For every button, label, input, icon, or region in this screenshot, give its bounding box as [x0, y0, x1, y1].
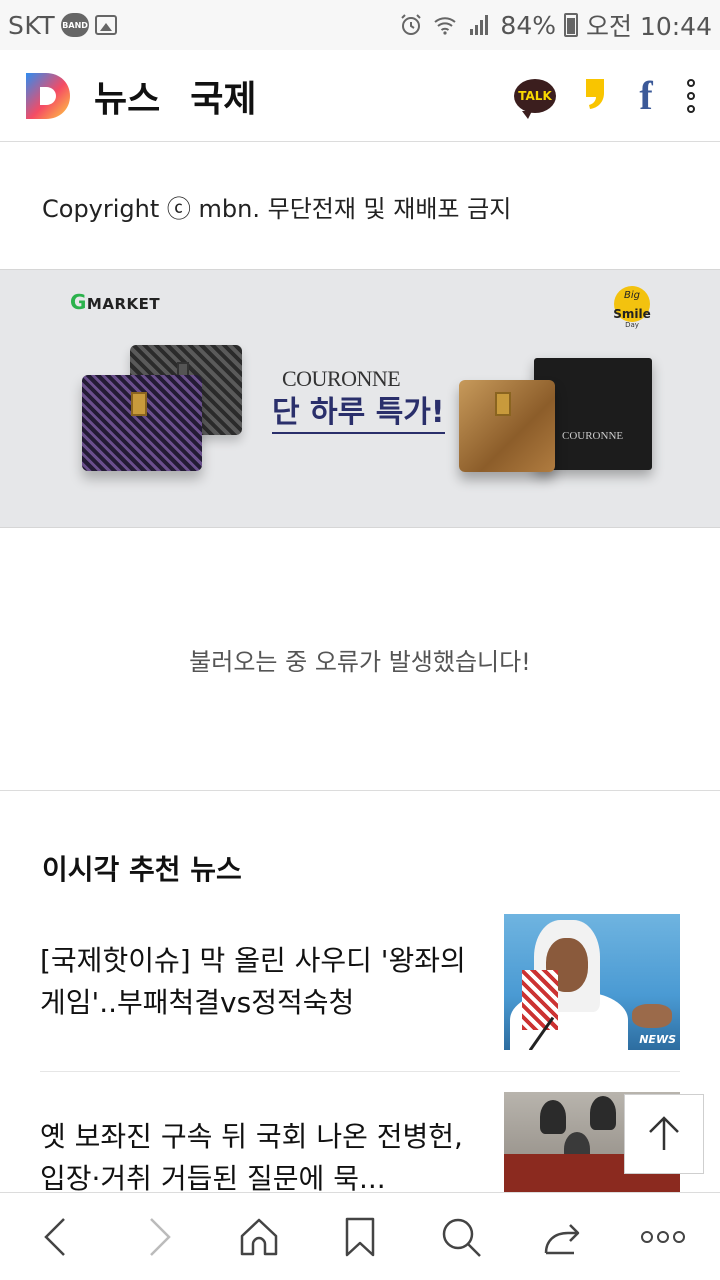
news-item[interactable]: 옛 보좌진 구속 뒤 국회 나온 전병헌, 입장·거취 거듭된 질문에 묵...: [40, 1092, 680, 1192]
share-icon: [545, 1223, 580, 1254]
kakaostory-share-icon[interactable]: [584, 77, 606, 115]
home-button[interactable]: [229, 1207, 289, 1267]
gmarket-logo: GMARKET: [70, 290, 160, 314]
news-thumbnail[interactable]: NEWS: [504, 914, 680, 1050]
bookmark-icon: [345, 1217, 375, 1256]
section-title[interactable]: 국제: [190, 70, 256, 122]
facebook-share-icon[interactable]: f: [634, 72, 658, 119]
thumbnail-watermark: NEWS: [639, 1033, 676, 1046]
daum-logo-icon[interactable]: [24, 71, 72, 121]
search-icon: [442, 1218, 482, 1257]
news-item[interactable]: [국제핫이슈] 막 올린 사우디 '왕좌의 게임'..부패척결vs정적숙청 NE…: [40, 914, 680, 1072]
more-options-icon[interactable]: [686, 78, 696, 113]
more-button[interactable]: [633, 1207, 693, 1267]
badge-day: Day: [625, 321, 639, 329]
badge-big: Big: [624, 290, 640, 301]
alarm-icon: [398, 12, 424, 38]
wallet-image-purple: [82, 375, 202, 471]
badge-smile: Smile: [613, 307, 651, 321]
comments-error-area: 불러오는 중 오류가 발생했습니다!: [0, 529, 720, 791]
wallet-box-brand: COURONNE: [562, 430, 624, 442]
news-headline[interactable]: [국제핫이슈] 막 올린 사우디 '왕좌의 게임'..부패척결vs정적숙청: [40, 914, 480, 1071]
more-icon: [641, 1230, 686, 1243]
bottom-navigation: [0, 1192, 720, 1280]
share-button[interactable]: [532, 1207, 592, 1267]
wallet-clasp: [131, 392, 147, 416]
search-button[interactable]: [431, 1207, 491, 1267]
bookmark-button[interactable]: [330, 1207, 390, 1267]
news-headline[interactable]: 옛 보좌진 구속 뒤 국회 나온 전병헌, 입장·거취 거듭된 질문에 묵...: [40, 1092, 480, 1192]
recommended-news-title: 이시각 추천 뉴스: [42, 853, 242, 886]
big-smile-day-logo: Big Smile Day: [610, 286, 654, 329]
ad-headline[interactable]: 단 하루 특가!: [272, 394, 445, 434]
arrow-up-icon: [649, 1116, 679, 1150]
signal-icon: [466, 12, 492, 38]
ad-banner[interactable]: GMARKET Big Smile Day COURONNE 단 하루 특가! …: [0, 269, 720, 528]
wifi-icon: [432, 12, 458, 38]
home-icon: [240, 1218, 278, 1255]
image-icon: [95, 15, 118, 35]
ad-brand: COURONNE: [282, 366, 401, 391]
battery-percent: 84%: [500, 10, 556, 40]
scroll-to-top-button[interactable]: [624, 1094, 704, 1174]
error-message: 불러오는 중 오류가 발생했습니다!: [189, 648, 531, 676]
forward-button[interactable]: [128, 1207, 188, 1267]
app-header: 뉴스 국제 TALK f: [0, 50, 720, 142]
clock: 오전 10:44: [586, 12, 712, 41]
kakaotalk-share-icon[interactable]: TALK: [514, 78, 556, 119]
back-icon: [43, 1217, 65, 1256]
app-title[interactable]: 뉴스: [94, 70, 160, 122]
gmarket-logo-text: MARKET: [86, 295, 161, 313]
carrier-label: SKT: [8, 10, 56, 40]
status-bar: SKT BAND 84% 오전 10:44: [0, 0, 720, 50]
band-icon: BAND: [61, 13, 90, 37]
gmarket-logo-g: G: [70, 290, 87, 314]
battery-icon: [564, 13, 578, 37]
forward-icon: [149, 1217, 171, 1256]
wallet-clasp: [495, 392, 511, 416]
back-button[interactable]: [27, 1207, 87, 1267]
copyright-notice: Copyright ⓒ mbn. 무단전재 및 재배포 금지: [42, 194, 512, 223]
